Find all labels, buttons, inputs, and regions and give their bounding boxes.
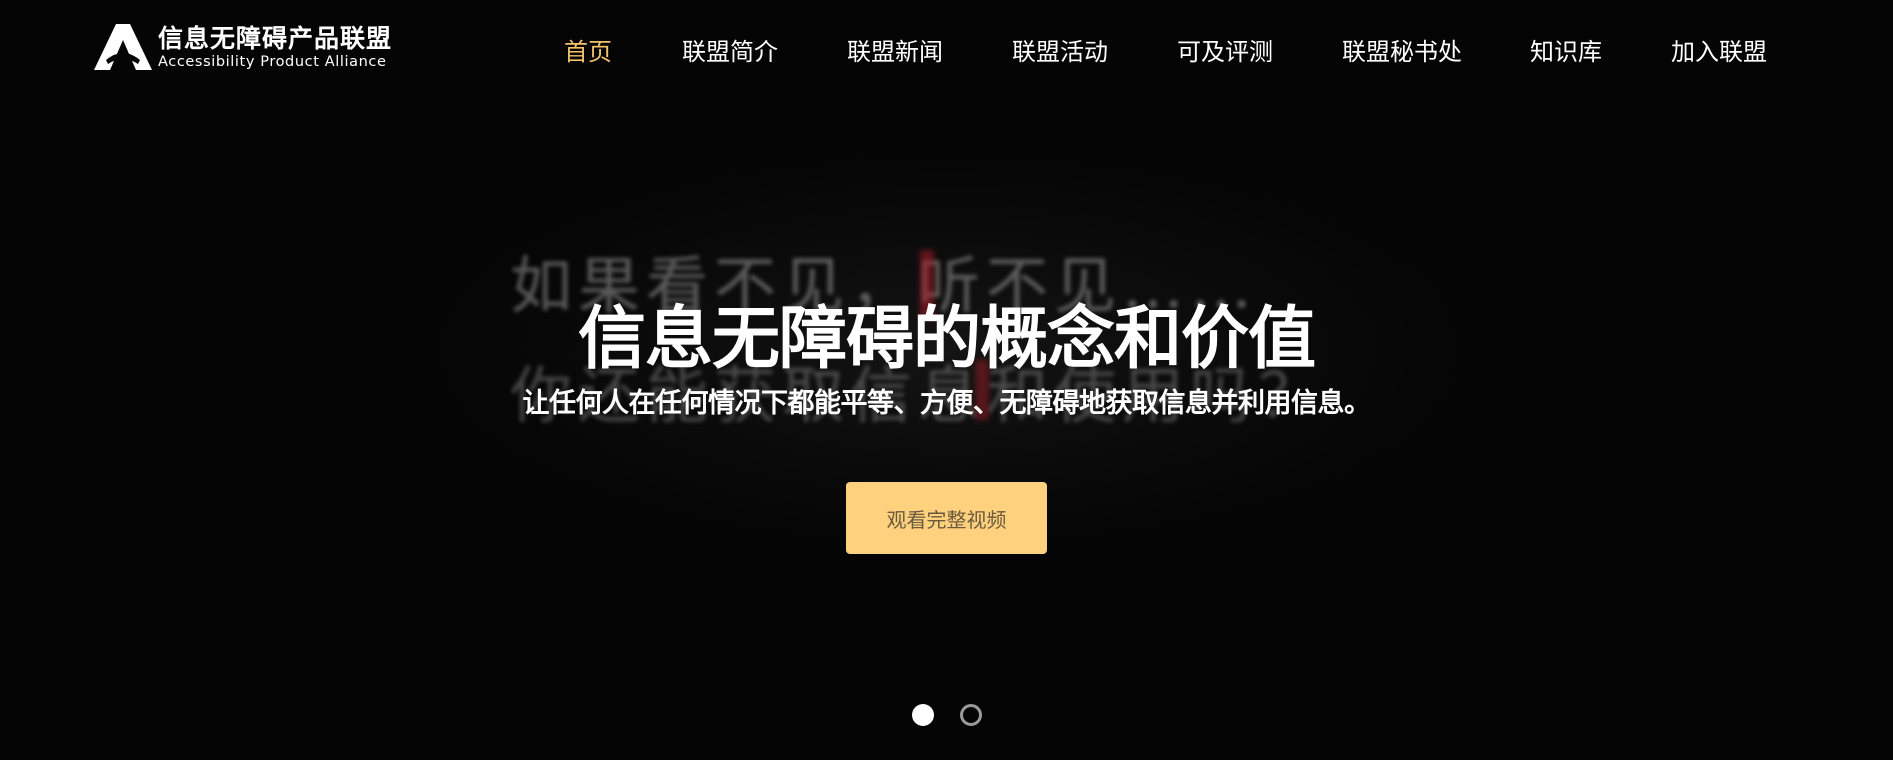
carousel-dot-2[interactable] bbox=[960, 704, 982, 726]
nav-item-home[interactable]: 首页 bbox=[564, 33, 612, 71]
nav-item-knowledge-base[interactable]: 知识库 bbox=[1530, 33, 1602, 71]
home-page: 如果看不见，听不见…… 你还能获取信息和使用吗？ 信息无障碍产品联盟 Acces… bbox=[0, 0, 1893, 760]
watch-full-video-button[interactable]: 观看完整视频 bbox=[846, 482, 1047, 554]
nav-item-events[interactable]: 联盟活动 bbox=[1012, 33, 1108, 71]
nav-item-evaluation[interactable]: 可及评测 bbox=[1177, 33, 1273, 71]
carousel-dot-1[interactable] bbox=[912, 704, 934, 726]
hero-subtitle: 让任何人在任何情况下都能平等、方便、无障碍地获取信息并利用信息。 bbox=[522, 388, 1372, 419]
hero-title: 信息无障碍的概念和价值 bbox=[577, 300, 1316, 379]
nav-item-news[interactable]: 联盟新闻 bbox=[847, 33, 943, 71]
nav-item-about[interactable]: 联盟简介 bbox=[682, 33, 778, 71]
site-header: 信息无障碍产品联盟 Accessibility Product Alliance… bbox=[0, 0, 1893, 105]
nav-item-join[interactable]: 加入联盟 bbox=[1671, 33, 1767, 71]
main-nav: 首页 联盟简介 联盟新闻 联盟活动 可及评测 联盟秘书处 知识库 加入联盟 bbox=[0, 33, 1893, 71]
nav-item-secretariat[interactable]: 联盟秘书处 bbox=[1342, 33, 1462, 71]
